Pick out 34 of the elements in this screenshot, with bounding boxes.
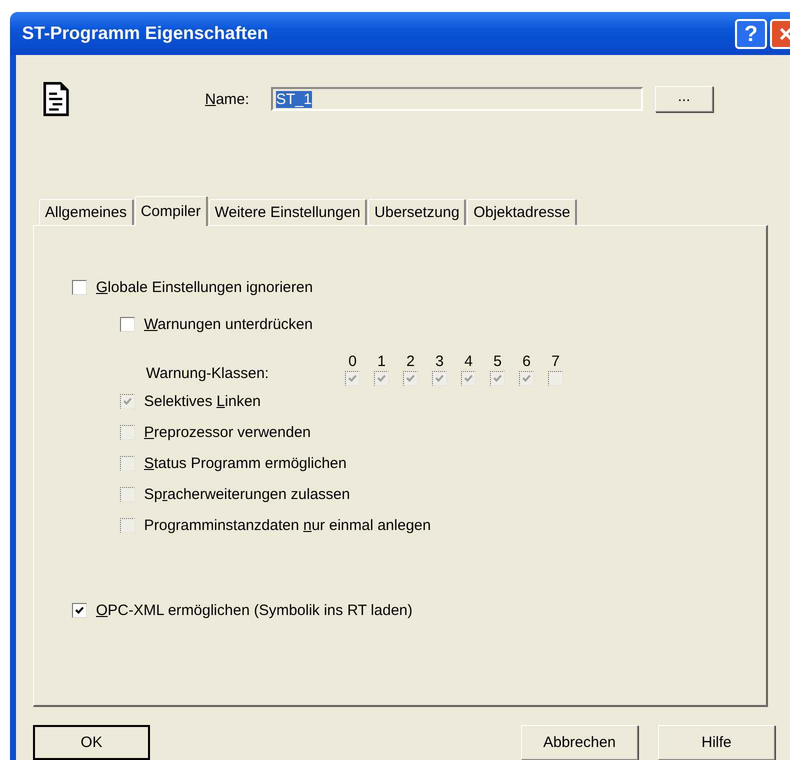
tab[interactable]: Compiler [134, 196, 208, 226]
class-number: 7 [551, 354, 560, 370]
tab[interactable]: Weitere Einstellungen [208, 199, 368, 225]
checkbox-label: OPC-XML ermöglichen (Symbolik ins RT laden) [96, 602, 413, 619]
tab[interactable]: Objektadresse [467, 199, 578, 225]
class-number: 1 [377, 354, 386, 370]
checkbox[interactable] [72, 280, 87, 295]
checkbox-label: Warnungen unterdrücken [144, 316, 313, 333]
checkbox-label: Preprozessor verwenden [144, 424, 311, 441]
help-button[interactable]: ? [735, 18, 767, 48]
checkbox-label: Selektives Linken [144, 393, 261, 410]
dialog-button[interactable]: Hilfe [658, 725, 775, 760]
checkbox-label: Programminstanzdaten nur einmal anlegen [144, 517, 431, 534]
checkbox[interactable] [120, 317, 135, 332]
window-title: ST-Programm Eigenschaften [22, 23, 270, 44]
class-number: 5 [493, 354, 502, 370]
class-number: 4 [464, 354, 473, 370]
tab[interactable]: Allgemeines [39, 199, 134, 225]
class-number: 6 [522, 354, 531, 370]
class-number: 3 [435, 354, 444, 370]
checkbox-label: Spracherweiterungen zulassen [144, 486, 350, 503]
tab[interactable]: Ubersetzung [368, 199, 466, 225]
name-label: Name: [205, 90, 250, 108]
checkbox-label: Globale Einstellungen ignorieren [96, 279, 313, 296]
class-number: 2 [406, 354, 415, 370]
checkbox-label: Status Programm ermöglichen [144, 455, 347, 472]
class-number: 0 [348, 354, 357, 370]
browse-button[interactable]: ... [655, 86, 713, 112]
warning-classes-label: Warnung-Klassen: [146, 365, 270, 384]
dialog-button[interactable]: OK [33, 725, 150, 760]
checkbox[interactable] [72, 603, 87, 618]
name-field[interactable]: ST_1 [271, 87, 643, 111]
dialog-button[interactable]: Abbrechen [521, 725, 638, 760]
document-icon [43, 81, 71, 117]
